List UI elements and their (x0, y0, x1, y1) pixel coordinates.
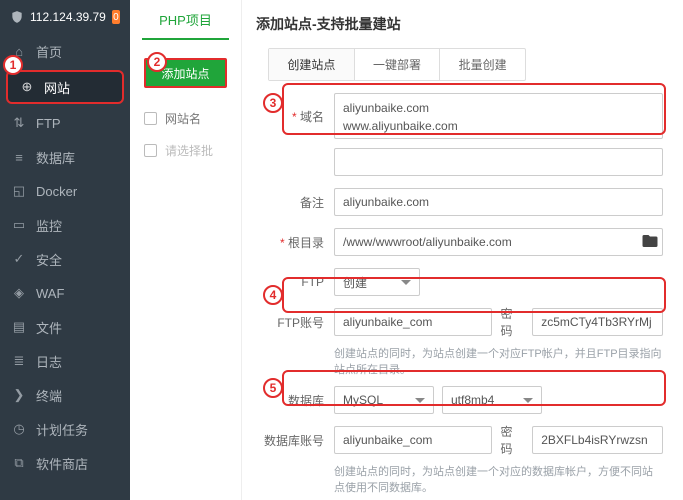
monitor-icon: ▭ (12, 217, 26, 233)
sidebar-item-label: 首页 (36, 42, 62, 61)
log-icon: ≣ (12, 353, 26, 369)
terminal-icon: ❯ (12, 387, 26, 403)
callout-2: 2 (147, 52, 167, 72)
sidebar-item-terminal[interactable]: ❯ 终端 (0, 378, 130, 412)
sidebar-item-label: 软件商店 (36, 454, 88, 473)
callout-1: 1 (3, 55, 23, 75)
placeholder-text: 请选择批 (165, 142, 213, 159)
label-root: 根目录 (242, 234, 334, 251)
sidebar-item-label: 网站 (44, 78, 70, 97)
sidebar-item-label: 文件 (36, 318, 62, 337)
site-list-panel: PHP项目 添加站点 网站名 请选择批 (130, 0, 242, 500)
sidebar-item-label: 安全 (36, 250, 62, 269)
label-db-account: 数据库账号 (242, 432, 334, 449)
extra-domain-input[interactable] (334, 148, 663, 176)
highlight-box-db-account (282, 370, 666, 406)
label-ftp-account: FTP账号 (242, 314, 334, 331)
sidebar-item-monitor[interactable]: ▭ 监控 (0, 208, 130, 242)
waf-icon: ◈ (12, 285, 26, 301)
sidebar-item-files[interactable]: ▤ 文件 (0, 310, 130, 344)
clock-icon: ◷ (12, 421, 26, 437)
shield-icon: ✓ (12, 251, 26, 267)
root-dir-input[interactable]: /www/wwwroot/aliyunbaike.com (334, 228, 663, 256)
sidebar-item-security[interactable]: ✓ 安全 (0, 242, 130, 276)
label-note: 备注 (242, 194, 334, 211)
db-hint: 创建站点的同时，为站点创建一个对应的数据库帐户，方便不同站点使用不同数据库。 (334, 463, 663, 495)
sidebar-item-label: Docker (36, 184, 77, 199)
callout-3: 3 (263, 93, 283, 113)
sidebar-item-cron[interactable]: ◷ 计划任务 (0, 412, 130, 446)
db-account-input[interactable]: aliyunbaike_com (334, 426, 492, 454)
folder-picker-icon[interactable] (641, 232, 659, 255)
sidebar: 112.124.39.79 0 ⌂首页 ⊕网站 ⇅FTP ≡数据库 ◱Docke… (0, 0, 130, 500)
docker-icon: ◱ (12, 183, 26, 199)
globe-icon: ⊕ (20, 79, 34, 95)
row-checkbox[interactable] (144, 144, 157, 157)
highlight-box-domain (282, 83, 666, 135)
sidebar-item-ftp[interactable]: ⇅ FTP (0, 106, 130, 140)
callout-5: 5 (263, 378, 283, 398)
modal-title: 添加站点-支持批量建站 (256, 14, 663, 34)
sidebar-item-label: 监控 (36, 216, 62, 235)
modal-tabs: 创建站点 一键部署 批量创建 (268, 48, 526, 81)
note-input[interactable]: aliyunbaike.com (334, 188, 663, 216)
col-site-name: 网站名 (165, 110, 201, 127)
tab-create-site[interactable]: 创建站点 (269, 49, 355, 80)
callout-4: 4 (263, 285, 283, 305)
server-ip: 112.124.39.79 (30, 10, 106, 24)
sidebar-item-logs[interactable]: ≣ 日志 (0, 344, 130, 378)
highlight-box-ftp-account (282, 277, 666, 313)
sidebar-item-label: 日志 (36, 352, 62, 371)
sidebar-item-database[interactable]: ≡ 数据库 (0, 140, 130, 174)
sidebar-item-label: 数据库 (36, 148, 75, 167)
site-table-header: 网站名 (130, 102, 241, 134)
sidebar-item-waf[interactable]: ◈ WAF (0, 276, 130, 310)
notice-badge[interactable]: 0 (112, 10, 120, 24)
tab-one-click-deploy[interactable]: 一键部署 (355, 49, 441, 80)
ftp-icon: ⇅ (12, 115, 26, 131)
sidebar-item-label: FTP (36, 116, 61, 131)
shield-icon (10, 10, 24, 24)
add-site-modal: 添加站点-支持批量建站 创建站点 一键部署 批量创建 域名 aliyunbaik… (242, 0, 683, 500)
sidebar-item-store[interactable]: ⧉ 软件商店 (0, 446, 130, 480)
sidebar-item-label: WAF (36, 286, 64, 301)
sidebar-header: 112.124.39.79 0 (0, 0, 130, 34)
sidebar-item-label: 终端 (36, 386, 62, 405)
sidebar-item-label: 计划任务 (36, 420, 88, 439)
sidebar-item-website[interactable]: ⊕ 网站 (6, 70, 124, 104)
folder-icon: ▤ (12, 319, 26, 335)
select-all-checkbox[interactable] (144, 112, 157, 125)
store-icon: ⧉ (12, 455, 26, 471)
label-db-password: 密码 (500, 423, 524, 457)
database-icon: ≡ (12, 150, 26, 165)
db-password-input[interactable]: 2BXFLb4isRYrwzsn (532, 426, 663, 454)
sidebar-item-docker[interactable]: ◱ Docker (0, 174, 130, 208)
site-table-placeholder-row: 请选择批 (130, 134, 241, 166)
project-tab-php[interactable]: PHP项目 (142, 0, 229, 40)
tab-batch-create[interactable]: 批量创建 (440, 49, 525, 80)
